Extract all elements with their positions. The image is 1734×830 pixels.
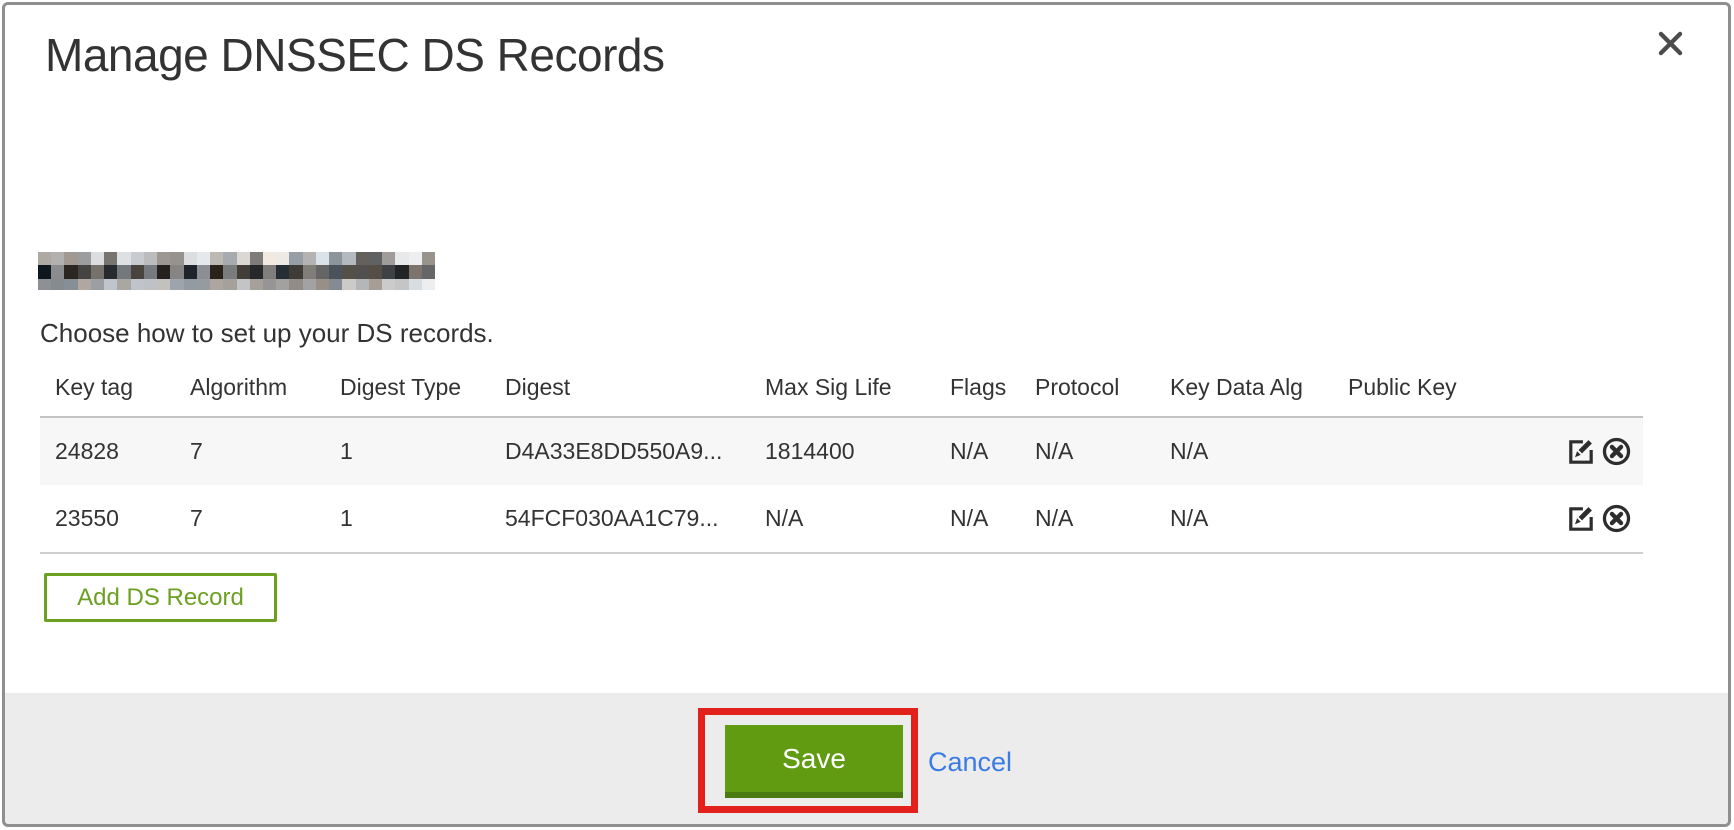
ds-records-table: Key tag Algorithm Digest Type Digest Max… — [40, 362, 1643, 554]
col-actions — [1483, 362, 1643, 417]
close-button[interactable] — [1652, 28, 1688, 64]
col-max-sig-life: Max Sig Life — [750, 362, 935, 417]
cell-public-key — [1333, 485, 1483, 553]
col-key-data-alg: Key Data Alg — [1155, 362, 1333, 417]
instruction-text: Choose how to set up your DS records. — [40, 318, 494, 349]
domain-redacted — [38, 252, 435, 290]
cell-algorithm: 7 — [175, 485, 325, 553]
cell-digest-type: 1 — [325, 417, 490, 485]
cell-max-sig-life: 1814400 — [750, 417, 935, 485]
edit-record-button[interactable] — [1563, 435, 1597, 469]
delete-record-button[interactable] — [1599, 435, 1633, 469]
cell-flags: N/A — [935, 485, 1020, 553]
row-actions — [1483, 417, 1643, 485]
cell-digest: D4A33E8DD550A9... — [490, 417, 750, 485]
col-algorithm: Algorithm — [175, 362, 325, 417]
table-row: 23550 7 1 54FCF030AA1C79... N/A N/A N/A … — [40, 485, 1643, 553]
cell-public-key — [1333, 417, 1483, 485]
col-public-key: Public Key — [1333, 362, 1483, 417]
col-key-tag: Key tag — [40, 362, 175, 417]
cell-key-tag: 23550 — [40, 485, 175, 553]
edit-icon — [1564, 502, 1597, 535]
table-row: 24828 7 1 D4A33E8DD550A9... 1814400 N/A … — [40, 417, 1643, 485]
cell-protocol: N/A — [1020, 417, 1155, 485]
edit-record-button[interactable] — [1563, 502, 1597, 536]
cell-algorithm: 7 — [175, 417, 325, 485]
col-protocol: Protocol — [1020, 362, 1155, 417]
edit-icon — [1564, 435, 1597, 468]
cell-protocol: N/A — [1020, 485, 1155, 553]
delete-icon — [1600, 502, 1633, 535]
delete-icon — [1600, 435, 1633, 468]
cell-key-tag: 24828 — [40, 417, 175, 485]
col-digest-type: Digest Type — [325, 362, 490, 417]
cell-digest-type: 1 — [325, 485, 490, 553]
row-actions — [1483, 485, 1643, 553]
add-ds-record-button[interactable]: Add DS Record — [44, 573, 277, 622]
col-flags: Flags — [935, 362, 1020, 417]
cell-key-data-alg: N/A — [1155, 417, 1333, 485]
cancel-link[interactable]: Cancel — [928, 746, 1012, 778]
cell-key-data-alg: N/A — [1155, 485, 1333, 553]
cell-digest: 54FCF030AA1C79... — [490, 485, 750, 553]
cell-max-sig-life: N/A — [750, 485, 935, 553]
close-icon — [1657, 30, 1684, 62]
save-button[interactable]: Save — [725, 725, 903, 798]
delete-record-button[interactable] — [1599, 502, 1633, 536]
table-header-row: Key tag Algorithm Digest Type Digest Max… — [40, 362, 1643, 417]
col-digest: Digest — [490, 362, 750, 417]
cell-flags: N/A — [935, 417, 1020, 485]
dialog-title: Manage DNSSEC DS Records — [45, 28, 664, 82]
